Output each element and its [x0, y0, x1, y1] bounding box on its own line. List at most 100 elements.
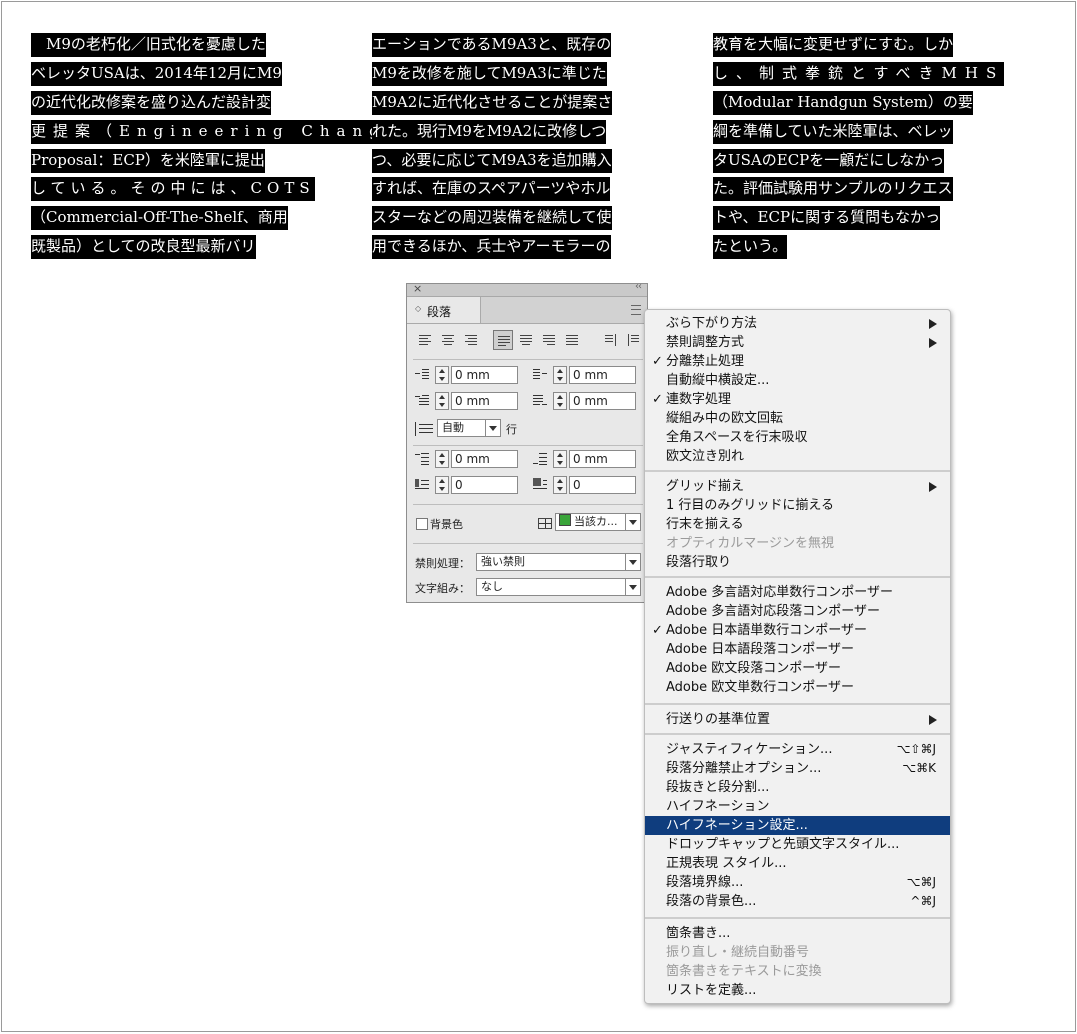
mojikumi-dropdown[interactable]: なし: [476, 578, 641, 596]
align-center-button[interactable]: [438, 330, 458, 350]
menu-item[interactable]: ハイフネーション設定...: [645, 816, 950, 835]
right-indent-stepper[interactable]: [553, 366, 567, 384]
menu-item[interactable]: ぶら下がり方法: [645, 314, 950, 333]
text-line: M9を改修を施してM9A3に準じた: [372, 61, 682, 91]
menu-item[interactable]: 正規表現 スタイル...: [645, 854, 950, 873]
align-away-from-spine-button[interactable]: [624, 330, 644, 350]
kinsoku-dropdown[interactable]: 強い禁則: [476, 553, 641, 571]
drop-cap-lines-input[interactable]: 0: [451, 476, 518, 494]
justify-right-button[interactable]: [539, 330, 559, 350]
first-line-indent-stepper[interactable]: [435, 392, 449, 410]
menu-item[interactable]: Adobe 多言語対応段落コンポーザー: [645, 602, 950, 621]
checkmark-icon: ✓: [652, 354, 663, 369]
right-indent-input[interactable]: 0 mm: [569, 366, 636, 384]
menu-item[interactable]: Adobe 日本語段落コンポーザー: [645, 640, 950, 659]
menu-item[interactable]: 全角スペースを行末吸収: [645, 428, 950, 447]
menu-item-label: リストを定義...: [666, 983, 757, 998]
left-indent-stepper[interactable]: [435, 366, 449, 384]
space-after-field[interactable]: 0 mm: [533, 450, 648, 469]
collapse-icon[interactable]: ‹‹: [635, 281, 642, 292]
menu-item[interactable]: Adobe 欧文段落コンポーザー: [645, 659, 950, 678]
menu-item[interactable]: 自動縦中横設定...: [645, 371, 950, 390]
menu-item[interactable]: 縦組み中の欧文回転: [645, 409, 950, 428]
menu-item-shortcut: ⌥⌘K: [902, 761, 936, 775]
align-toward-spine-button[interactable]: [601, 330, 621, 350]
space-after-input[interactable]: 0 mm: [569, 450, 636, 468]
close-icon[interactable]: ×: [413, 282, 422, 295]
last-line-indent-field[interactable]: 0 mm: [533, 392, 648, 411]
menu-item[interactable]: 禁則調整方式: [645, 333, 950, 352]
space-before-input[interactable]: 0 mm: [451, 450, 518, 468]
background-color-value: 当該カ...: [574, 515, 618, 528]
first-line-indent-input[interactable]: 0 mm: [451, 392, 518, 410]
menu-item[interactable]: 段抜きと段分割...: [645, 778, 950, 797]
menu-item[interactable]: ✓ 連数字処理: [645, 390, 950, 409]
space-before-stepper[interactable]: [435, 450, 449, 468]
background-color-checkbox[interactable]: [416, 518, 428, 530]
text-line: すれば、在庫のスペアパーツやホル: [372, 177, 682, 206]
drop-cap-lines-stepper[interactable]: [435, 476, 449, 494]
drop-cap-chars-stepper[interactable]: [553, 476, 567, 494]
menu-item[interactable]: リストを定義...: [645, 981, 950, 1000]
last-line-indent-input[interactable]: 0 mm: [569, 392, 636, 410]
leading-dropdown[interactable]: 自動: [437, 419, 501, 437]
panel-menu-icon[interactable]: [631, 305, 641, 315]
menu-item[interactable]: 欧文泣き別れ: [645, 447, 950, 466]
text-column-1[interactable]: M9の老朽化／旧式化を憂慮した ベレッタUSAは、2014年12月にM9 の近代…: [31, 33, 402, 264]
menu-item-label: 連数字処理: [666, 392, 732, 407]
drop-cap-chars-input[interactable]: 0: [569, 476, 636, 494]
menu-item[interactable]: ジャスティフィケーション... ⌥⇧⌘J: [645, 740, 950, 759]
menu-item[interactable]: ✓ 分離禁止処理: [645, 352, 950, 371]
menu-item[interactable]: 行末を揃える: [645, 515, 950, 534]
divider: [413, 359, 643, 360]
menu-item[interactable]: 段落境界線... ⌥⌘J: [645, 873, 950, 892]
justify-all-button[interactable]: [562, 330, 582, 350]
left-indent-field[interactable]: 0 mm: [415, 366, 530, 385]
tab-expand-icon[interactable]: ◇: [415, 304, 421, 313]
menu-item[interactable]: 段落の背景色... ^⌘J: [645, 892, 950, 911]
text-line: M9A2に近代化させることが提案さ: [372, 90, 682, 120]
text-line: タUSAのECPを一顧だにしなかっ: [713, 148, 1023, 178]
align-left-button[interactable]: [415, 330, 435, 350]
menu-item[interactable]: Adobe 欧文単数行コンポーザー: [645, 678, 950, 697]
left-indent-input[interactable]: 0 mm: [451, 366, 518, 384]
menu-item[interactable]: グリッド揃え: [645, 477, 950, 496]
chevron-down-icon[interactable]: [625, 554, 640, 570]
text-line: た。評価試験用サンプルのリクエス: [713, 177, 1023, 206]
background-color-dropdown[interactable]: 当該カ...: [555, 513, 641, 531]
menu-item[interactable]: 箇条書き...: [645, 924, 950, 943]
menu-item[interactable]: ✓ Adobe 日本語単数行コンポーザー: [645, 621, 950, 640]
paragraph-panel: × ‹‹ ◇ 段落 0 mm 0 mm 0 mm 0 mm 自動 行 0 mm …: [406, 281, 648, 603]
leading-icon: [415, 422, 434, 436]
menu-item[interactable]: Adobe 多言語対応単数行コンポーザー: [645, 583, 950, 602]
chevron-down-icon[interactable]: [485, 420, 500, 436]
drop-cap-lines-field[interactable]: 0: [415, 476, 530, 495]
tab-paragraph[interactable]: ◇ 段落: [407, 297, 481, 323]
space-before-field[interactable]: 0 mm: [415, 450, 530, 469]
submenu-arrow-icon: [929, 482, 937, 492]
menu-item[interactable]: ドロップキャップと先頭文字スタイル...: [645, 835, 950, 854]
panel-titlebar[interactable]: × ‹‹: [407, 281, 647, 297]
align-right-button[interactable]: [461, 330, 481, 350]
last-line-indent-stepper[interactable]: [553, 392, 567, 410]
drop-cap-chars-field[interactable]: 0: [533, 476, 648, 495]
text-column-3[interactable]: 教育を大幅に変更せずにすむ。しか し、制式拳銃とすべきMHS （Modular …: [713, 33, 1023, 264]
drop-cap-lines-icon: [415, 478, 429, 490]
space-after-stepper[interactable]: [553, 450, 567, 468]
justify-center-button[interactable]: [516, 330, 536, 350]
menu-item-label: ジャスティフィケーション...: [666, 742, 833, 757]
right-indent-field[interactable]: 0 mm: [533, 366, 648, 385]
first-line-indent-field[interactable]: 0 mm: [415, 392, 530, 411]
justify-left-button[interactable]: [493, 330, 513, 350]
text-line: M9の老朽化／旧式化を憂慮した: [31, 33, 341, 62]
menu-item[interactable]: 段落行取り: [645, 553, 950, 572]
chevron-down-icon[interactable]: [625, 579, 640, 595]
menu-item[interactable]: 行送りの基準位置: [645, 710, 950, 729]
menu-item[interactable]: 1 行目のみグリッドに揃える: [645, 496, 950, 515]
chevron-down-icon[interactable]: [625, 514, 640, 530]
menu-item-label: ハイフネーション: [666, 799, 770, 814]
menu-item[interactable]: ハイフネーション: [645, 797, 950, 816]
text-column-2[interactable]: エーションであるM9A3と、既存の M9を改修を施してM9A3に準じた M9A2…: [372, 33, 682, 264]
menu-item[interactable]: 段落分離禁止オプション... ⌥⌘K: [645, 759, 950, 778]
menu-divider: [645, 576, 950, 578]
